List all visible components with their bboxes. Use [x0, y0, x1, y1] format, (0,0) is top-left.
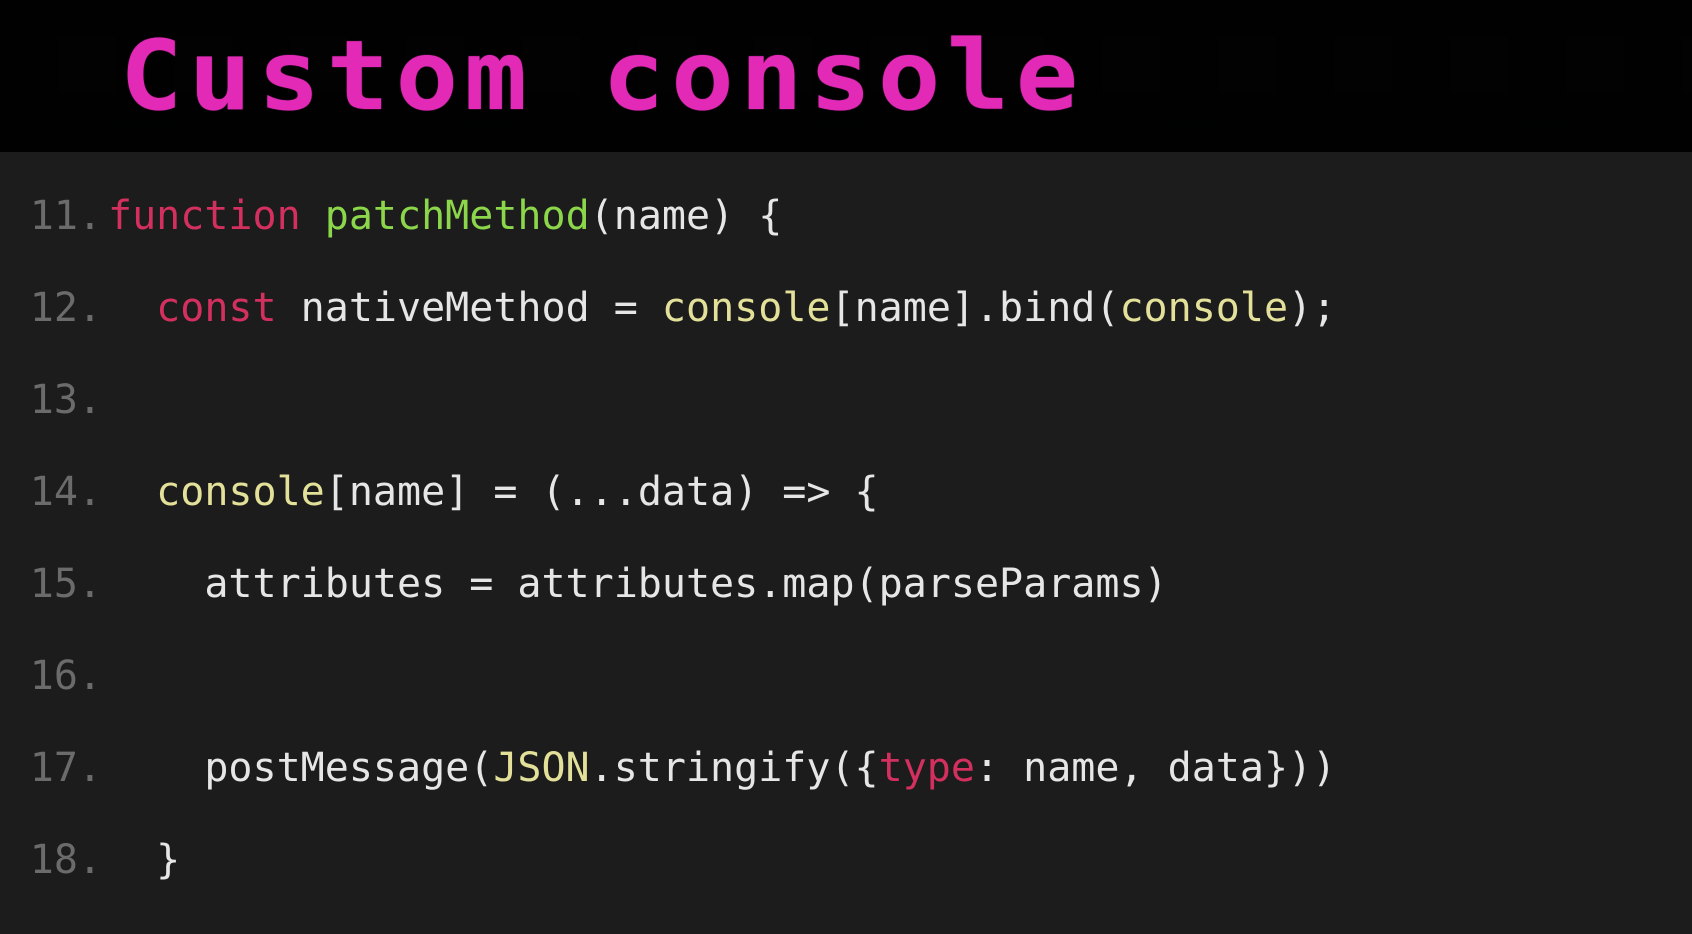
line-number: 14.: [10, 472, 106, 512]
code-token: [108, 469, 156, 515]
code-token: : name, data})): [975, 745, 1336, 791]
code-content: const nativeMethod = console[name].bind(…: [106, 288, 1336, 328]
code-token: patchMethod: [325, 193, 590, 239]
code-token: function: [108, 193, 301, 239]
line-number: 12.: [10, 288, 106, 328]
code-line: 17. postMessage(JSON.stringify({type: na…: [10, 722, 1682, 814]
code-block: 11.function patchMethod(name) {12. const…: [0, 152, 1692, 906]
code-token: }: [108, 837, 180, 883]
code-token: name: [614, 193, 710, 239]
code-token: [name].bind(: [830, 285, 1119, 331]
code-token: postMessage(: [108, 745, 493, 791]
slide: Custom console 11.function patchMethod(n…: [0, 0, 1692, 934]
code-token: ) {: [710, 193, 782, 239]
line-number: 16.: [10, 656, 106, 696]
slide-title: Custom console: [120, 20, 1085, 132]
code-token: .stringify({: [590, 745, 879, 791]
code-token: [108, 285, 156, 331]
code-content: attributes = attributes.map(parseParams): [106, 564, 1168, 604]
code-token: const: [156, 285, 276, 331]
code-token: );: [1288, 285, 1336, 331]
code-token: console: [662, 285, 831, 331]
slide-header: Custom console: [0, 0, 1692, 152]
code-content: postMessage(JSON.stringify({type: name, …: [106, 748, 1336, 788]
code-line: 15. attributes = attributes.map(parsePar…: [10, 538, 1682, 630]
line-number: 13.: [10, 380, 106, 420]
line-number: 18.: [10, 840, 106, 880]
code-token: attributes = attributes.map(parseParams): [108, 561, 1168, 607]
code-line: 12. const nativeMethod = console[name].b…: [10, 262, 1682, 354]
code-token: type: [879, 745, 975, 791]
code-line: 14. console[name] = (...data) => {: [10, 446, 1682, 538]
line-number: 15.: [10, 564, 106, 604]
code-token: [301, 193, 325, 239]
code-line: 16.: [10, 630, 1682, 722]
code-line: 18. }: [10, 814, 1682, 906]
code-token: console: [156, 469, 325, 515]
line-number: 17.: [10, 748, 106, 788]
code-token: JSON: [493, 745, 589, 791]
code-content: console[name] = (...data) => {: [106, 472, 879, 512]
code-token: console: [1119, 285, 1288, 331]
code-token: nativeMethod =: [277, 285, 662, 331]
code-line: 13.: [10, 354, 1682, 446]
code-content: }: [106, 840, 180, 880]
code-token: (: [590, 193, 614, 239]
line-number: 11.: [10, 196, 106, 236]
code-line: 11.function patchMethod(name) {: [10, 170, 1682, 262]
code-content: function patchMethod(name) {: [106, 196, 782, 236]
code-token: [name] = (...data) => {: [325, 469, 879, 515]
